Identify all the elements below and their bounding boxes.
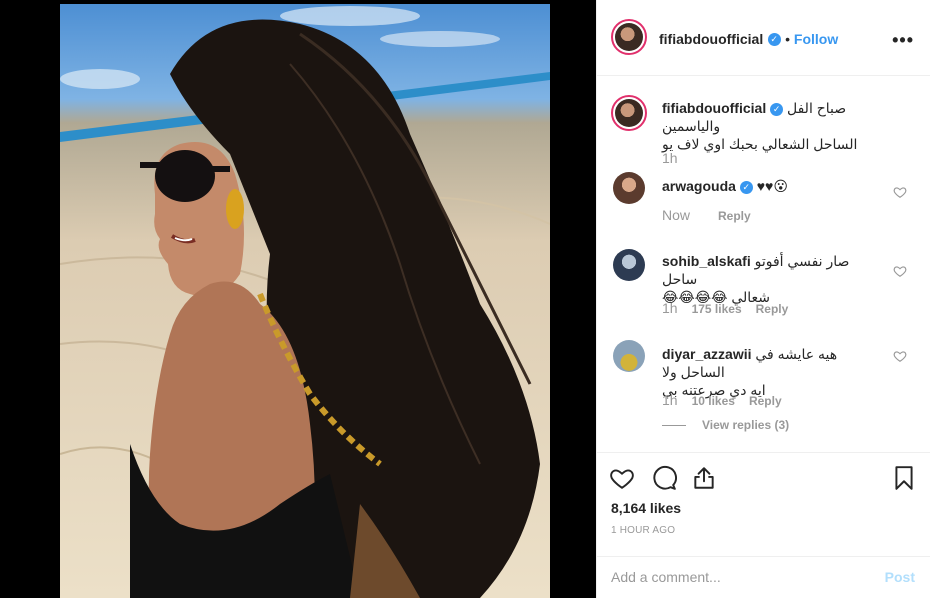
reply-button[interactable]: Reply [756, 302, 789, 316]
comment-meta: Now Reply [662, 207, 751, 223]
comment-username[interactable]: arwagouda [662, 178, 736, 194]
bookmark-save-icon[interactable] [891, 465, 917, 491]
verified-icon: ✓ [739, 180, 753, 194]
commenter-avatar[interactable] [613, 340, 645, 372]
commenter-avatar[interactable] [613, 249, 645, 281]
view-replies-button[interactable]: View replies (3) [662, 418, 789, 432]
comment-meta: 1h 175 likes Reply [662, 300, 788, 316]
caption-username[interactable]: fifiabdouofficial [662, 100, 766, 116]
comment-likes[interactable]: 175 likes [692, 302, 742, 316]
verified-icon: ✓ [770, 102, 784, 116]
comment-like-heart-icon[interactable] [893, 264, 907, 278]
comment-text: ♥♥😮 [756, 178, 788, 194]
comment-composer: Add a comment... Post [597, 556, 930, 598]
reply-button[interactable]: Reply [718, 209, 751, 223]
post-header: fifiabdouofficial ✓ • Follow ••• [597, 0, 930, 76]
comment-like-heart-icon[interactable] [893, 349, 907, 363]
author-username[interactable]: fifiabdouofficial [659, 31, 763, 47]
comment-meta: 1h 10 likes Reply [662, 392, 782, 408]
photo-illustration [60, 6, 550, 598]
post-photo[interactable] [60, 4, 550, 598]
comment-likes[interactable]: 10 likes [692, 394, 735, 408]
header-separator: • [785, 31, 794, 47]
reply-button[interactable]: Reply [749, 394, 782, 408]
like-heart-icon[interactable] [609, 465, 635, 491]
post-actions: 8,164 likes 1 HOUR AGO [597, 452, 930, 556]
share-upload-icon[interactable] [691, 465, 717, 491]
caption-meta: 1h [662, 150, 692, 166]
post-time-ago[interactable]: 1 HOUR AGO [611, 525, 675, 536]
comment-time[interactable]: 1h [662, 300, 678, 316]
verified-icon: ✓ [767, 33, 781, 47]
comment-like-heart-icon[interactable] [893, 185, 907, 199]
comment-input[interactable]: Add a comment... [611, 569, 721, 585]
commenter-avatar[interactable] [613, 172, 645, 204]
comment-bubble-icon[interactable] [651, 465, 677, 491]
view-replies-line [662, 425, 686, 427]
post-comment-button[interactable]: Post [885, 569, 915, 585]
more-options-icon[interactable]: ••• [892, 30, 914, 51]
comment-username[interactable]: diyar_azzawii [662, 346, 752, 362]
photo-pane [0, 0, 596, 598]
comments-list[interactable]: fifiabdouofficial ✓ صباح الفل والياسمين … [597, 77, 930, 452]
post-panel: fifiabdouofficial ✓ • Follow ••• fifiabd… [596, 0, 930, 598]
comment-username[interactable]: sohib_alskafi [662, 253, 751, 269]
author-avatar[interactable] [611, 19, 647, 55]
caption-time[interactable]: 1h [662, 150, 678, 166]
view-replies-label: View replies (3) [702, 418, 790, 432]
comment-time[interactable]: 1h [662, 392, 678, 408]
comment-time[interactable]: Now [662, 207, 690, 223]
caption-avatar[interactable] [611, 95, 647, 131]
follow-button[interactable]: Follow [794, 31, 838, 47]
likes-count[interactable]: 8,164 likes [611, 500, 681, 516]
